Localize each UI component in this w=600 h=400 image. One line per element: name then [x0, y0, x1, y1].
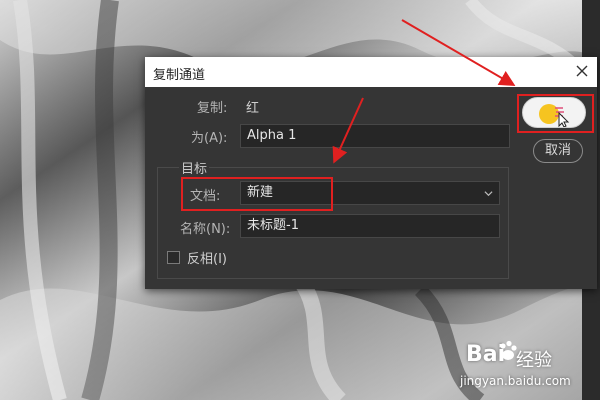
annotation-box-document — [181, 177, 333, 211]
name-input[interactable]: 未标题-1 — [240, 214, 500, 238]
watermark-url: jingyan.baidu.com — [460, 374, 571, 388]
as-label: 为(A): — [191, 131, 228, 146]
chevron-down-icon — [484, 191, 493, 197]
invert-checkbox[interactable] — [167, 251, 180, 264]
dialog-title: 复制通道 — [153, 68, 206, 83]
cancel-button[interactable]: 取消 — [533, 139, 583, 163]
invert-label: 反相(I) — [187, 252, 227, 267]
destination-group-title: 目标 — [179, 158, 210, 177]
watermark-brand: 经验 — [516, 350, 552, 371]
name-label: 名称(N): — [180, 222, 231, 237]
close-icon[interactable] — [573, 62, 591, 80]
dialog-titlebar: 复制通道 — [145, 57, 597, 87]
source-label: 复制: — [197, 101, 228, 116]
source-value: 红 — [246, 101, 260, 116]
as-input[interactable]: Alpha 1 — [240, 124, 510, 148]
paw-icon — [500, 340, 517, 360]
duplicate-channel-dialog: 复制通道 复制: 红 为(A): Alpha 1 目标 文档: 新建 名称(N)… — [145, 57, 597, 289]
annotation-box-ok — [517, 94, 594, 133]
